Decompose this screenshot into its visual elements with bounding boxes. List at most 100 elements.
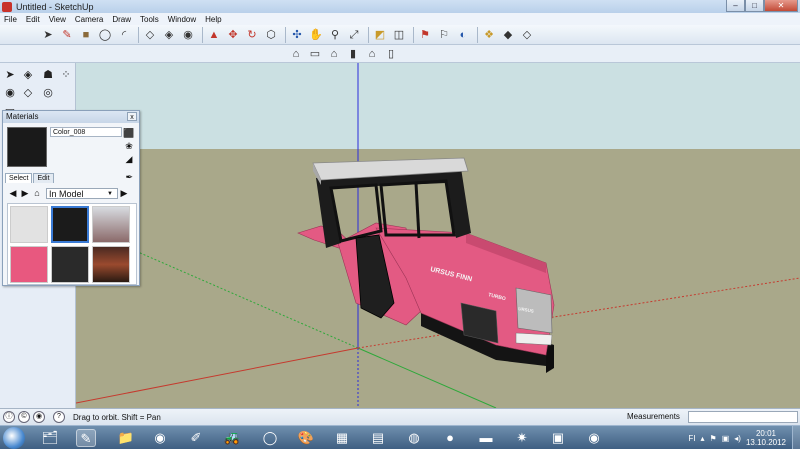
swatch-tractor-texture[interactable]: [92, 206, 130, 243]
tab-edit[interactable]: Edit: [33, 173, 54, 183]
forward-arrow-icon[interactable]: ▶: [19, 188, 31, 199]
blender-icon[interactable]: ◉: [150, 429, 170, 447]
credits-icon[interactable]: ©: [18, 411, 30, 423]
walk-icon[interactable]: ☗: [40, 67, 56, 83]
home-icon[interactable]: ⌂: [31, 188, 43, 198]
rotate-icon[interactable]: ↻: [244, 27, 260, 43]
create-material-icon[interactable]: ⬛: [123, 127, 135, 139]
opera-icon[interactable]: ◯: [260, 429, 280, 447]
move-icon[interactable]: ✥: [225, 27, 241, 43]
select-icon[interactable]: ➤: [2, 67, 18, 83]
pan-icon[interactable]: ✋: [308, 27, 324, 43]
collection-select[interactable]: In Model ▼: [46, 187, 118, 199]
make-component-icon[interactable]: ◈: [20, 67, 36, 83]
section-icon[interactable]: ◩: [372, 27, 388, 43]
materials-title-bar[interactable]: Materials x: [3, 111, 139, 123]
select-icon[interactable]: ➤: [40, 27, 56, 43]
default-material-icon[interactable]: ❀: [123, 140, 135, 152]
notes-icon[interactable]: ▤: [368, 429, 388, 447]
zoom-extents-icon[interactable]: ⤢: [346, 27, 362, 43]
start-button[interactable]: [3, 427, 25, 449]
menu-file[interactable]: File: [4, 15, 17, 24]
measurements-input[interactable]: [688, 411, 798, 423]
arc-icon[interactable]: ◜: [116, 27, 132, 43]
language-indicator[interactable]: FI: [688, 434, 695, 443]
menu-window[interactable]: Window: [168, 15, 196, 24]
minimize-button[interactable]: –: [726, 0, 745, 12]
volume-icon[interactable]: ◂): [734, 434, 741, 443]
model-viewport[interactable]: URSUS FINN TURBO URSUS: [76, 63, 800, 408]
tools-icon[interactable]: ✷: [512, 429, 532, 447]
push-pull-icon[interactable]: ▲: [206, 27, 222, 43]
paint-icon[interactable]: 🎨: [296, 429, 316, 447]
menu-tools[interactable]: Tools: [140, 15, 159, 24]
zoom-icon[interactable]: ⚲: [327, 27, 343, 43]
3d-text-icon[interactable]: ◐: [455, 27, 471, 43]
paint-icon[interactable]: ◉: [180, 27, 196, 43]
swatch-photo-texture[interactable]: [92, 246, 130, 283]
left-view-icon[interactable]: ▯: [383, 46, 399, 62]
material-name-field[interactable]: Color_008: [50, 127, 122, 137]
menu-help[interactable]: Help: [205, 15, 221, 24]
back-arrow-icon[interactable]: ◀: [7, 188, 19, 199]
components-icon[interactable]: ❖: [481, 27, 497, 43]
game-icon[interactable]: ●: [440, 429, 460, 447]
show-desktop-button[interactable]: [792, 426, 800, 449]
flag-icon[interactable]: ⚑: [710, 434, 717, 443]
styles-icon[interactable]: ◇: [519, 27, 535, 43]
swatch-black[interactable]: [51, 206, 89, 243]
swatch-dark-texture[interactable]: [51, 246, 89, 283]
orbit-icon[interactable]: ✣: [289, 27, 305, 43]
sample-paint-icon[interactable]: ✒: [125, 172, 133, 183]
tab-select[interactable]: Select: [5, 173, 33, 183]
paint-bucket-icon[interactable]: ◉: [2, 85, 18, 101]
eraser-icon[interactable]: ◇: [20, 85, 36, 101]
top-view-icon[interactable]: ▭: [307, 46, 323, 62]
menu-view[interactable]: View: [49, 15, 66, 24]
calculator-icon[interactable]: ▦: [332, 429, 352, 447]
offset-icon[interactable]: ⬡: [263, 27, 279, 43]
back-view-icon[interactable]: ⌂: [364, 46, 380, 62]
footprints-icon[interactable]: ⁘: [58, 67, 74, 83]
menu-edit[interactable]: Edit: [26, 15, 40, 24]
rectangle-icon[interactable]: ■: [78, 27, 94, 43]
user-icon[interactable]: ◉: [33, 411, 45, 423]
swatch-pink-texture[interactable]: [10, 246, 48, 283]
editor-icon[interactable]: ✐: [186, 429, 206, 447]
sketchup-task-icon[interactable]: ✎: [76, 429, 96, 447]
swatch-light-grey[interactable]: [10, 206, 48, 243]
blender-icon[interactable]: ◉: [584, 429, 604, 447]
look-around-icon[interactable]: ⚐: [436, 27, 452, 43]
materials-close-button[interactable]: x: [127, 112, 137, 121]
network-icon[interactable]: ▣: [722, 434, 730, 443]
menu-camera[interactable]: Camera: [75, 15, 103, 24]
maximize-button[interactable]: □: [745, 0, 764, 12]
geo-location-icon[interactable]: ⓘ: [3, 411, 15, 423]
chat-icon[interactable]: ◍: [404, 429, 424, 447]
walk-icon[interactable]: ◫: [391, 27, 407, 43]
explorer-icon[interactable]: 🗂: [40, 429, 60, 447]
tape-icon[interactable]: ◈: [161, 27, 177, 43]
look-around-icon[interactable]: ◎: [40, 85, 56, 101]
folder-icon[interactable]: 📁: [116, 429, 136, 447]
circle-icon[interactable]: ◯: [97, 27, 113, 43]
pencil-icon[interactable]: ✎: [59, 27, 75, 43]
tray-expand-icon[interactable]: ▴: [701, 434, 705, 443]
model-canvas[interactable]: URSUS FINN TURBO URSUS: [76, 63, 800, 408]
clock[interactable]: 20:01 13.10.2012: [746, 429, 786, 447]
tractor-icon[interactable]: 🚜: [222, 429, 242, 447]
display-secondary-icon[interactable]: ◢: [123, 153, 135, 165]
details-arrow-icon[interactable]: ▶: [118, 188, 130, 199]
help-icon[interactable]: ?: [53, 411, 65, 423]
iso-view-icon[interactable]: ⌂: [288, 46, 304, 62]
eraser-icon[interactable]: ◇: [142, 27, 158, 43]
right-view-icon[interactable]: ▮: [345, 46, 361, 62]
media-icon[interactable]: ▬: [476, 429, 496, 447]
materials-icon[interactable]: ◆: [500, 27, 516, 43]
close-button[interactable]: ✕: [764, 0, 798, 12]
menu-draw[interactable]: Draw: [112, 15, 131, 24]
material-preview[interactable]: [7, 127, 47, 167]
front-view-icon[interactable]: ⌂: [326, 46, 342, 62]
position-camera-icon[interactable]: ⚑: [417, 27, 433, 43]
printer-icon[interactable]: ▣: [548, 429, 568, 447]
